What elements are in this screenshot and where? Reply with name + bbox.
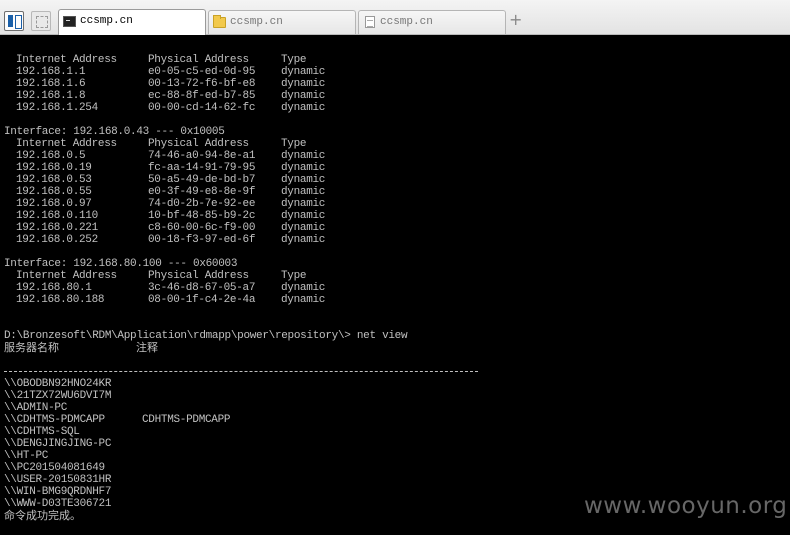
entry-type: dynamic [281, 174, 326, 186]
server-name: \\WIN-BMG9QRDNHF7 [4, 486, 112, 498]
ip-address: 192.168.1.254 [16, 102, 98, 114]
entry-type: dynamic [281, 162, 326, 174]
entry-type: dynamic [281, 102, 326, 114]
ip-address: 192.168.1.1 [16, 66, 86, 78]
mac-address: 00-00-cd-14-62-fc [148, 102, 256, 114]
interface-line-text: Interface: 192.168.80.100 --- 0x60003 [4, 258, 238, 270]
header-physical-address: Physical Address [148, 270, 249, 282]
mac-address: e0-05-c5-ed-0d-95 [148, 66, 256, 78]
server-name: \\PC201504081649 [4, 462, 105, 474]
col-server-name: 服务器名称 [4, 341, 59, 354]
ip-address: 192.168.0.5 [16, 150, 86, 162]
server-name: \\USER-20150831HR [4, 474, 112, 486]
add-tab-button[interactable]: + [509, 12, 522, 28]
tab-label: ccsmp.cn [230, 16, 283, 28]
tab-bar: ccsmp.cn ccsmp.cn ccsmp.cn + [0, 0, 790, 35]
header-type: Type [281, 138, 307, 150]
entry-type: dynamic [281, 66, 326, 78]
entry-type: dynamic [281, 186, 326, 198]
header-internet-address: Internet Address [16, 54, 117, 66]
mac-address: 74-46-a0-94-8e-a1 [148, 150, 256, 162]
entry-type: dynamic [281, 210, 326, 222]
ip-address: 192.168.0.19 [16, 162, 92, 174]
ip-address: 192.168.0.55 [16, 186, 92, 198]
console-output[interactable]: Internet Address Physical Address Type 192.… [0, 52, 790, 535]
ip-address: 192.168.0.221 [16, 222, 98, 234]
mac-address: fc-aa-14-91-79-95 [148, 162, 256, 174]
entry-type: dynamic [281, 294, 326, 306]
tab-document[interactable]: ccsmp.cn [358, 10, 506, 34]
toggle-panel-button[interactable] [4, 11, 24, 31]
ip-address: 192.168.1.8 [16, 90, 86, 102]
header-internet-address: Internet Address [16, 138, 117, 150]
header-type: Type [281, 54, 307, 66]
header-physical-address: Physical Address [148, 138, 249, 150]
command-prompt-text: D:\Bronzesoft\RDM\Application\rdmapp\pow… [4, 330, 408, 342]
ip-address: 192.168.0.53 [16, 174, 92, 186]
mac-address: 00-13-72-f6-bf-e8 [148, 78, 256, 90]
entry-type: dynamic [281, 150, 326, 162]
entry-type: dynamic [281, 198, 326, 210]
interface-line-text: Interface: 192.168.0.43 --- 0x10005 [4, 126, 225, 138]
ip-address: 192.168.80.1 [16, 282, 92, 294]
tab-console[interactable]: ccsmp.cn [58, 9, 206, 35]
divider-line [4, 371, 478, 372]
server-remark: CDHTMS-PDMCAPP [142, 414, 231, 426]
header-type: Type [281, 270, 307, 282]
entry-type: dynamic [281, 234, 326, 246]
ip-address: 192.168.0.110 [16, 210, 98, 222]
mac-address: 00-18-f3-97-ed-6f [148, 234, 256, 246]
mac-address: ec-88-8f-ed-b7-85 [148, 90, 256, 102]
header-internet-address: Internet Address [16, 270, 117, 282]
tab-label: ccsmp.cn [80, 15, 133, 27]
completion-message-text: 命令成功完成。 [4, 509, 81, 522]
server-name: \\CDHTMS-SQL [4, 426, 80, 438]
ip-address: 192.168.80.188 [16, 294, 105, 306]
server-name: \\21TZX72WU6DVI7M [4, 390, 112, 402]
col-remark: 注释 [136, 341, 158, 354]
server-name: \\DENGJINGJING-PC [4, 438, 112, 450]
mac-address: c8-60-00-6c-f9-00 [148, 222, 256, 234]
header-physical-address: Physical Address [148, 54, 249, 66]
document-icon [365, 16, 375, 28]
entry-type: dynamic [281, 222, 326, 234]
server-name: \\OBODBN92HNO24KR [4, 378, 112, 390]
folder-icon [213, 15, 226, 28]
mac-address: e0-3f-49-e8-8e-9f [148, 186, 256, 198]
layout-button[interactable] [31, 11, 51, 31]
mac-address: 50-a5-49-de-bd-b7 [148, 174, 256, 186]
watermark-text: www.wooyun.org [584, 493, 788, 519]
console-icon [63, 16, 76, 27]
server-name: \\ADMIN-PC [4, 402, 68, 414]
mac-address: 08-00-1f-c4-2e-4a [148, 294, 256, 306]
entry-type: dynamic [281, 90, 326, 102]
mac-address: 3c-46-d8-67-05-a7 [148, 282, 256, 294]
entry-type: dynamic [281, 282, 326, 294]
entry-type: dynamic [281, 78, 326, 90]
tab-folder[interactable]: ccsmp.cn [208, 10, 356, 34]
ip-address: 192.168.0.252 [16, 234, 98, 246]
mac-address: 74-d0-2b-7e-92-ee [148, 198, 256, 210]
ip-address: 192.168.0.97 [16, 198, 92, 210]
server-name: \\HT-PC [4, 450, 49, 462]
server-name: \\CDHTMS-PDMCAPP [4, 414, 105, 426]
ip-address: 192.168.1.6 [16, 78, 86, 90]
mac-address: 10-bf-48-85-b9-2c [148, 210, 256, 222]
tab-label: ccsmp.cn [380, 16, 433, 28]
